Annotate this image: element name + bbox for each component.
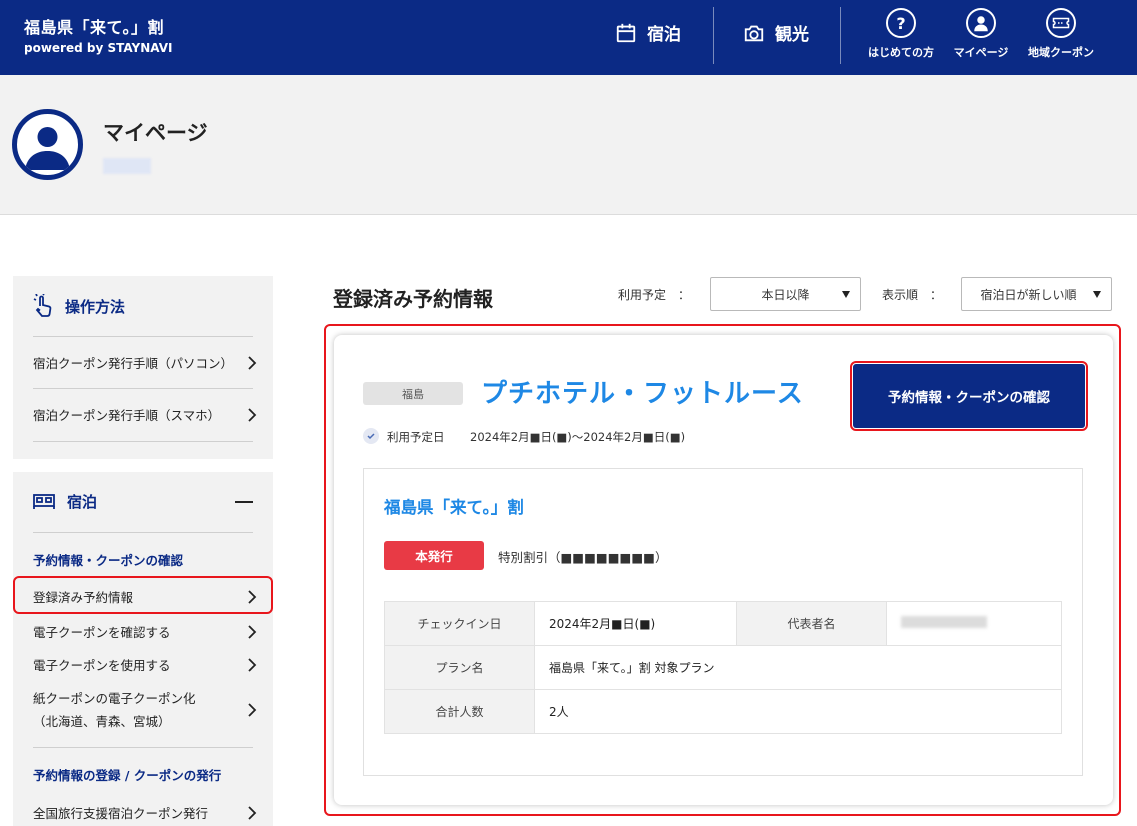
section-label: 予約情報・クーポンの確認 bbox=[33, 553, 184, 568]
sidebar-item-pc-guide[interactable]: 宿泊クーポン発行手順（パソコン） bbox=[33, 353, 257, 372]
sidebar-howto-title: 操作方法 bbox=[65, 297, 126, 316]
bed-icon bbox=[33, 493, 55, 509]
sort-filter-select[interactable]: 宿泊日が新しい順 bbox=[961, 277, 1112, 311]
sidebar-item-label: 紙クーポンの電子クーポン化 （北海道、青森、宮城） bbox=[33, 687, 196, 733]
question-icon: ? bbox=[886, 8, 916, 38]
sidebar-stay-title: 宿泊 bbox=[67, 493, 98, 511]
camera-icon bbox=[744, 25, 764, 41]
section-label: 予約情報の登録 / クーポンの発行 bbox=[33, 768, 222, 783]
nav-coupon-label: 地域クーポン bbox=[1028, 46, 1094, 59]
chevron-right-icon bbox=[248, 355, 257, 370]
logo-title[interactable]: 福島県「来て。」割 bbox=[24, 14, 164, 38]
sidebar-item-check-ecoupon[interactable]: 電子クーポンを確認する bbox=[33, 622, 257, 641]
hotel-name[interactable]: プチホテル・フットルース bbox=[481, 373, 804, 410]
calendar-icon bbox=[616, 23, 636, 42]
table-row: チェックイン日 2024年2月■日(■) 代表者名 bbox=[384, 601, 1062, 646]
nav-help-link[interactable]: ? はじめての方 bbox=[865, 8, 937, 60]
divider bbox=[33, 388, 253, 389]
highlight-frame bbox=[13, 576, 273, 614]
divider bbox=[33, 336, 253, 337]
plan-value: 福島県「来て。」割 対象プラン bbox=[534, 645, 1062, 690]
header-divider bbox=[713, 7, 714, 64]
paper-line-1: 紙クーポンの電子クーポン化 bbox=[33, 691, 196, 706]
usage-filter-value: 本日以降 bbox=[761, 287, 810, 302]
table-row: 合計人数 2人 bbox=[384, 689, 1062, 734]
sidebar-item-label: 電子クーポンを使用する bbox=[33, 658, 171, 673]
confirm-reservation-button[interactable]: 予約情報・クーポンの確認 bbox=[850, 361, 1088, 431]
nav-stay-link[interactable]: 宿泊 bbox=[615, 20, 681, 45]
chevron-right-icon bbox=[248, 657, 257, 672]
sidebar-item-label: 宿泊クーポン発行手順（パソコン） bbox=[33, 356, 234, 371]
stay-date-value: 2024年2月■日(■)〜2024年2月■日(■) bbox=[470, 430, 686, 444]
campaign-title: 福島県「来て。」割 bbox=[384, 498, 524, 517]
reservation-details-table: チェックイン日 2024年2月■日(■) 代表者名 プラン名 福島県「来て。」割… bbox=[384, 601, 1062, 734]
sidebar-item-label: 電子クーポンを確認する bbox=[33, 625, 171, 640]
ticket-icon bbox=[1046, 8, 1076, 38]
sidebar-item-paper-to-ecoupon[interactable]: 紙クーポンの電子クーポン化 （北海道、青森、宮城） bbox=[33, 687, 257, 733]
table-row: プラン名 福島県「来て。」割 対象プラン bbox=[384, 645, 1062, 690]
sidebar-item-label: 全国旅行支援宿泊クーポン発行 bbox=[33, 806, 209, 821]
nav-help-label: はじめての方 bbox=[868, 46, 934, 59]
sidebar-stay: 宿泊 予約情報・クーポンの確認 登録済み予約情報 電子クーポンを確認する 電子ク… bbox=[13, 472, 273, 826]
divider bbox=[33, 747, 253, 748]
sort-filter-value: 宿泊日が新しい順 bbox=[980, 287, 1077, 302]
representative-value bbox=[886, 601, 1062, 646]
sidebar-howto-header: 操作方法 bbox=[33, 294, 125, 318]
chevron-right-icon bbox=[248, 805, 257, 820]
usage-filter-select[interactable]: 本日以降 bbox=[710, 277, 861, 311]
chevron-right-icon bbox=[248, 407, 257, 422]
redacted-name bbox=[901, 616, 987, 628]
sort-filter-label: 表示順 ： bbox=[882, 288, 943, 302]
stay-date-label: 利用予定日 bbox=[387, 430, 445, 444]
status-badge: 本発行 bbox=[384, 541, 484, 570]
sidebar-item-sp-guide[interactable]: 宿泊クーポン発行手順（スマホ） bbox=[33, 405, 257, 424]
check-icon bbox=[363, 428, 379, 444]
collapse-icon[interactable] bbox=[235, 501, 253, 503]
logo-subtitle: powered by STAYNAVI bbox=[24, 41, 173, 55]
nav-tour-label: 観光 bbox=[775, 25, 809, 45]
area-badge: 福島 bbox=[363, 382, 463, 405]
avatar bbox=[12, 109, 83, 180]
chevron-right-icon bbox=[248, 703, 257, 717]
nav-stay-label: 宿泊 bbox=[647, 25, 681, 45]
representative-label: 代表者名 bbox=[736, 601, 887, 646]
people-label: 合計人数 bbox=[384, 689, 535, 734]
profile-band: マイページ bbox=[0, 75, 1137, 215]
people-value: 2人 bbox=[534, 689, 1062, 734]
sidebar-stay-header[interactable]: 宿泊 bbox=[33, 491, 97, 512]
user-name-redacted bbox=[103, 158, 151, 174]
sidebar-item-national-coupon[interactable]: 全国旅行支援宿泊クーポン発行 bbox=[33, 803, 257, 822]
plan-label: プラン名 bbox=[384, 645, 535, 690]
user-icon bbox=[966, 8, 996, 38]
header-divider bbox=[840, 7, 841, 64]
nav-mypage-label: マイページ bbox=[953, 46, 1009, 59]
sidebar-item-label: 宿泊クーポン発行手順（スマホ） bbox=[33, 408, 221, 423]
paper-line-2: （北海道、青森、宮城） bbox=[33, 714, 171, 729]
divider bbox=[33, 532, 253, 533]
checkin-label: チェックイン日 bbox=[384, 601, 535, 646]
dropdown-arrow-icon bbox=[1093, 291, 1101, 298]
page-title: マイページ bbox=[103, 121, 208, 145]
divider bbox=[33, 441, 253, 442]
section-title: 登録済み予約情報 bbox=[333, 287, 493, 311]
user-icon bbox=[25, 127, 70, 170]
chevron-right-icon bbox=[248, 624, 257, 639]
nav-coupon-link[interactable]: 地域クーポン bbox=[1024, 8, 1098, 60]
site-header: 福島県「来て。」割 powered by STAYNAVI 宿泊 観光 ? はじ… bbox=[0, 0, 1137, 75]
tap-hand-icon bbox=[33, 294, 52, 317]
dropdown-arrow-icon bbox=[842, 291, 850, 298]
nav-tour-link[interactable]: 観光 bbox=[743, 20, 809, 45]
sidebar-howto: 操作方法 宿泊クーポン発行手順（パソコン） 宿泊クーポン発行手順（スマホ） bbox=[13, 276, 273, 459]
usage-filter-label: 利用予定 ： bbox=[618, 288, 691, 302]
sidebar-item-use-ecoupon[interactable]: 電子クーポンを使用する bbox=[33, 655, 257, 674]
checkin-value: 2024年2月■日(■) bbox=[534, 601, 737, 646]
nav-mypage-link[interactable]: マイページ bbox=[950, 8, 1012, 60]
discount-label: 特別割引（■■■■■■■■） bbox=[498, 550, 668, 565]
